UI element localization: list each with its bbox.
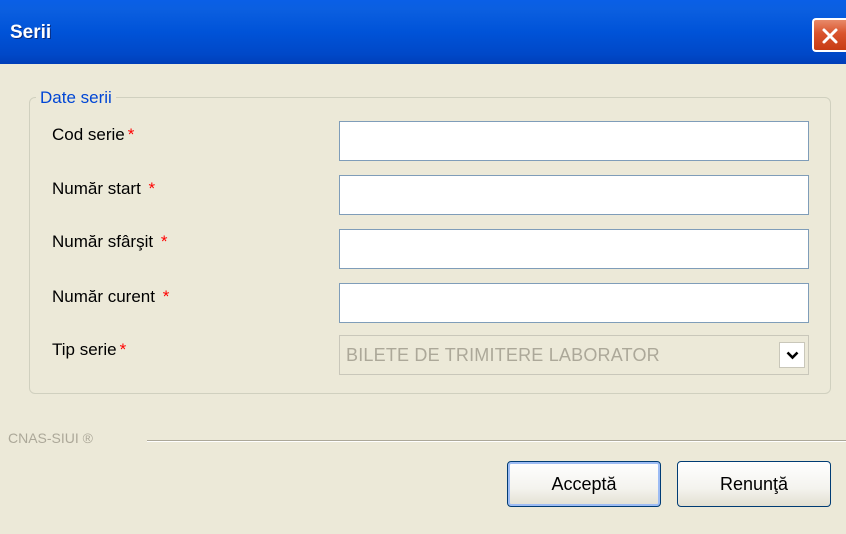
required-marker: * — [148, 179, 156, 198]
tip-serie-label: Tip serie * — [52, 340, 127, 359]
close-icon — [822, 28, 838, 44]
cod-serie-input[interactable] — [339, 121, 809, 161]
close-button[interactable] — [812, 18, 846, 52]
footer-brand: CNAS-SIUI ® — [8, 430, 93, 446]
required-marker: * — [160, 232, 168, 251]
tip-serie-dropdown-button[interactable] — [779, 342, 805, 368]
accept-button[interactable]: Acceptă — [507, 461, 661, 507]
title-bar[interactable]: Serii — [0, 0, 846, 64]
window-title: Serii — [10, 22, 52, 43]
numar-start-label: Număr start * — [52, 179, 156, 198]
numar-start-input[interactable] — [339, 175, 809, 215]
numar-sfarsit-label: Număr sfârşit * — [52, 232, 168, 251]
dialog-window: Serii Date serii Cod serie * Număr start … — [0, 0, 846, 534]
tip-serie-select[interactable]: BILETE DE TRIMITERE LABORATOR — [339, 335, 809, 375]
numar-sfarsit-input[interactable] — [339, 229, 809, 269]
chevron-down-icon — [786, 351, 799, 360]
footer-divider — [147, 440, 846, 442]
required-marker: * — [162, 287, 170, 306]
tip-serie-selected-value: BILETE DE TRIMITERE LABORATOR — [346, 345, 660, 365]
cod-serie-label: Cod serie * — [52, 125, 135, 144]
numar-curent-label: Număr curent * — [52, 287, 170, 306]
group-legend: Date serii — [36, 88, 116, 108]
required-marker: * — [127, 125, 135, 144]
required-marker: * — [119, 340, 127, 359]
cancel-button[interactable]: Renunţă — [677, 461, 831, 507]
numar-curent-input[interactable] — [339, 283, 809, 323]
